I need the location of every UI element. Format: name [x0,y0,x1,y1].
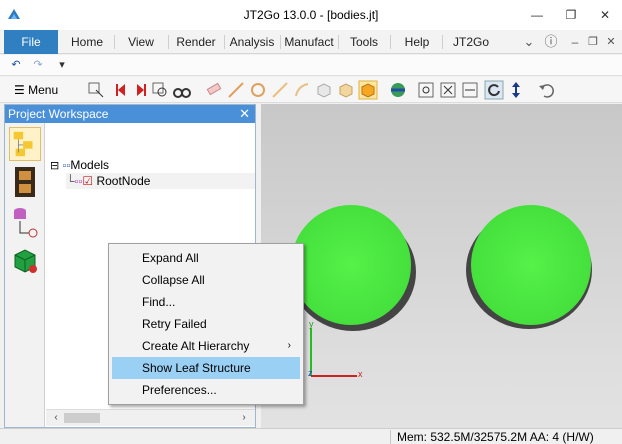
tree-node-models[interactable]: ⊟ ▫▫Models [50,157,109,173]
status-bar: Mem: 532.5M/32575.2M AA: 4 (H/W) [0,428,622,444]
next-step-icon[interactable] [130,80,150,100]
green-sphere-right[interactable] [471,205,591,325]
fit-width-icon[interactable] [460,80,480,100]
tab-separator [168,35,169,49]
menu-item-collapse-all[interactable]: Collapse All [109,269,303,291]
zoom-box-icon[interactable] [150,80,170,100]
project-workspace-header: Project Workspace ✕ [5,105,255,123]
ribbon-tabs: File Home View Render Analysis Manufact … [0,30,622,54]
menu-item-expand-all[interactable]: Expand All [109,247,303,269]
measure-icon[interactable] [204,80,224,100]
menu-button[interactable]: ☰ Menu [14,81,58,99]
menu-item-find[interactable]: Find... [109,291,303,313]
restore-icon: ❐ [565,8,577,22]
redo-icon[interactable]: ↷ [30,57,46,73]
scroll-left-icon[interactable]: ‹ [48,410,64,426]
scene: y z x [290,205,592,379]
minimize-button[interactable]: — [522,4,552,26]
tree-expander[interactable]: ⊟ [50,160,59,172]
tab-separator [114,35,115,49]
axis-label-y: y [309,319,314,329]
tab-separator [442,35,443,49]
3d-viewport[interactable]: y z x [261,104,622,428]
highlight-box-icon[interactable] [358,80,378,100]
customize-icon[interactable]: ▾ [54,57,70,73]
menu-item-label: Create Alt Hierarchy [142,339,250,353]
quick-access-toolbar: ↶ ↷ ▾ [0,55,622,76]
tab-separator [338,35,339,49]
close-icon[interactable]: ✕ [602,33,620,51]
select-icon[interactable] [86,80,106,100]
close-icon: ✕ [599,8,611,22]
arc-icon[interactable] [292,80,312,100]
tab-help[interactable]: Help [394,30,440,54]
tab-file[interactable]: File [4,30,58,54]
menu-item-show-leaf-structure[interactable]: Show Leaf Structure [112,357,300,379]
close-button[interactable]: ✕ [590,4,620,26]
restore-button[interactable]: ❐ [556,4,586,26]
film-strip-icon[interactable] [9,165,41,199]
tab-separator [224,35,225,49]
axis-label-z: z [308,368,313,378]
scroll-right-icon[interactable]: › [236,410,252,426]
box-icon[interactable] [314,80,334,100]
menu-item-retry-failed[interactable]: Retry Failed [109,313,303,335]
undo-icon[interactable]: ↶ [8,57,24,73]
tree-connector: └ [66,174,75,188]
tab-jt2go[interactable]: JT2Go [446,30,496,54]
circle-icon[interactable] [248,80,268,100]
tab-tools[interactable]: Tools [340,30,388,54]
model-views-icon[interactable] [9,245,41,279]
close-icon[interactable]: ✕ [239,105,250,123]
hamburger-icon: ☰ [14,83,25,97]
binoculars-icon[interactable] [172,80,192,100]
menu-label: Menu [28,83,59,97]
menu-item-create-alt-hierarchy[interactable]: Create Alt Hierarchy › [109,335,303,357]
submenu-arrow-icon: › [287,340,291,351]
tab-home[interactable]: Home [62,30,112,54]
slope-icon[interactable] [270,80,290,100]
fit-view-icon[interactable] [416,80,436,100]
horizontal-scrollbar[interactable]: ‹ › [46,409,255,426]
help-icon[interactable]: ⓘ [542,33,560,51]
context-menu: Expand All Collapse All Find... Retry Fa… [108,243,304,405]
vertical-pan-icon[interactable] [506,80,526,100]
previous-step-icon[interactable] [112,80,132,100]
tab-view[interactable]: View [116,30,166,54]
chevron-down-icon[interactable]: ⌄ [520,33,538,51]
green-sphere-left[interactable] [291,205,411,325]
tab-separator [390,35,391,49]
tab-manufacturing[interactable]: Manufact [281,30,337,54]
database-icon[interactable] [9,205,41,239]
project-tree-icon[interactable] [9,127,41,161]
globe-render-icon[interactable] [388,80,408,100]
rotate-icon[interactable] [484,80,504,100]
tree-node-label: Models [70,158,110,172]
minimize-icon: — [531,8,543,22]
undo-view-icon[interactable] [536,80,556,100]
scroll-thumb[interactable] [64,413,100,423]
axis-label-x: x [358,369,363,379]
tree-node-rootnode[interactable]: └▫▫☑ RootNode [66,173,255,189]
checkbox-checked-icon[interactable]: ☑ [82,174,93,188]
title-bar: JT2Go 13.0.0 - [bodies.jt] — ❐ ✕ [0,0,622,30]
menu-item-preferences[interactable]: Preferences... [109,379,303,401]
tab-render[interactable]: Render [170,30,222,54]
solid-box-icon[interactable] [336,80,356,100]
project-workspace-title: Project Workspace [8,107,109,121]
minimize-icon[interactable]: – [566,33,584,51]
tab-analysis[interactable]: Analysis [226,30,278,54]
fit-all-icon[interactable] [438,80,458,100]
line-icon[interactable] [226,80,246,100]
main-toolbar: ☰ Menu [0,77,622,103]
workspace-side-tabs [5,123,45,427]
restore-icon[interactable]: ❐ [584,33,602,51]
tree-node-label: RootNode [96,174,151,188]
memory-status: Mem: 532.5M/32575.2M AA: 4 (H/W) [390,430,594,444]
